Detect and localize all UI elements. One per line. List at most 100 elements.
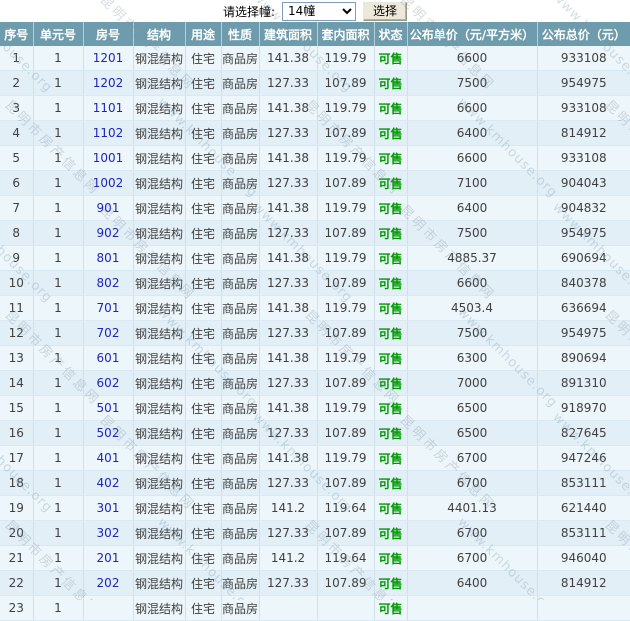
cell-nature: 商品房: [221, 395, 260, 421]
room-link[interactable]: 301: [97, 501, 120, 515]
cell-room-no: 802: [83, 270, 134, 296]
cell-unit-price: 4503.4: [407, 295, 538, 321]
room-link[interactable]: 201: [97, 551, 120, 565]
cell-nature: 商品房: [221, 95, 260, 121]
room-link[interactable]: 1002: [93, 176, 124, 190]
cell-status: 可售: [374, 320, 408, 346]
cell-structure: 钢混结构: [133, 445, 186, 471]
cell-seq: 22: [0, 570, 34, 596]
cell-total-price: 853111: [537, 470, 630, 496]
cell-floor-area: 127.33: [259, 170, 318, 196]
cell-usage: 住宅: [185, 295, 222, 321]
room-link[interactable]: 401: [97, 451, 120, 465]
cell-inner-area: 107.89: [317, 370, 375, 396]
cell-unit-no: 1: [33, 195, 84, 221]
cell-nature: 商品房: [221, 420, 260, 446]
cell-total-price: [537, 595, 630, 621]
room-link[interactable]: 902: [97, 226, 120, 240]
room-link[interactable]: 1202: [93, 76, 124, 90]
select-building-button[interactable]: 选择: [363, 1, 408, 21]
cell-total-price: 840378: [537, 270, 630, 296]
room-link[interactable]: 901: [97, 201, 120, 215]
cell-unit-price: [407, 595, 538, 621]
room-link[interactable]: 1001: [93, 151, 124, 165]
column-header-seq: 序号: [0, 22, 34, 46]
table-row: 20 1 302 钢混结构 住宅 商品房 127.33 107.89 可售 6700 853111: [0, 520, 630, 546]
cell-room-no: 1101: [83, 95, 134, 121]
cell-usage: 住宅: [185, 170, 222, 196]
cell-usage: 住宅: [185, 470, 222, 496]
cell-structure: 钢混结构: [133, 370, 186, 396]
room-link[interactable]: 601: [97, 351, 120, 365]
cell-unit-no: 1: [33, 170, 84, 196]
cell-floor-area: 127.33: [259, 70, 318, 96]
table-body: 1 1 1201 钢混结构 住宅 商品房 141.38 119.79 可售 6600 933108 2…: [0, 46, 630, 621]
cell-seq: 16: [0, 420, 34, 446]
cell-floor-area: 141.38: [259, 395, 318, 421]
cell-seq: 2: [0, 70, 34, 96]
table-row: 22 1 202 钢混结构 住宅 商品房 127.33 107.89 可售 6400 814912: [0, 570, 630, 596]
cell-room-no: 502: [83, 420, 134, 446]
room-link[interactable]: 602: [97, 376, 120, 390]
room-link[interactable]: 502: [97, 426, 120, 440]
room-link[interactable]: 501: [97, 401, 120, 415]
cell-nature: 商品房: [221, 570, 260, 596]
room-link[interactable]: 701: [97, 301, 120, 315]
cell-usage: 住宅: [185, 320, 222, 346]
cell-inner-area: 107.89: [317, 270, 375, 296]
table-row: 15 1 501 钢混结构 住宅 商品房 141.38 119.79 可售 6500 918970: [0, 395, 630, 421]
cell-unit-price: 6400: [407, 570, 538, 596]
cell-status: 可售: [374, 595, 408, 621]
column-header-inner-area: 套内面积: [317, 22, 375, 46]
cell-unit-price: 7500: [407, 70, 538, 96]
cell-total-price: 904043: [537, 170, 630, 196]
cell-unit-no: 1: [33, 570, 84, 596]
room-link[interactable]: 402: [97, 476, 120, 490]
cell-nature: 商品房: [221, 595, 260, 621]
column-header-total-price: 公布总价（元）: [537, 22, 630, 46]
room-link[interactable]: 802: [97, 276, 120, 290]
cell-unit-price: 6300: [407, 345, 538, 371]
room-link[interactable]: 801: [97, 251, 120, 265]
cell-structure: 钢混结构: [133, 345, 186, 371]
cell-usage: 住宅: [185, 395, 222, 421]
cell-inner-area: 119.64: [317, 545, 375, 571]
cell-usage: 住宅: [185, 445, 222, 471]
room-link[interactable]: 302: [97, 526, 120, 540]
room-link[interactable]: 1102: [93, 126, 124, 140]
cell-unit-no: 1: [33, 595, 84, 621]
room-link[interactable]: 202: [97, 576, 120, 590]
cell-floor-area: 141.38: [259, 445, 318, 471]
cell-nature: 商品房: [221, 195, 260, 221]
cell-seq: 12: [0, 320, 34, 346]
cell-unit-no: 1: [33, 245, 84, 271]
cell-unit-no: 1: [33, 120, 84, 146]
cell-structure: 钢混结构: [133, 470, 186, 496]
room-link[interactable]: 702: [97, 326, 120, 340]
cell-status: 可售: [374, 46, 408, 71]
cell-structure: 钢混结构: [133, 495, 186, 521]
cell-usage: 住宅: [185, 145, 222, 171]
building-select[interactable]: 14幢: [282, 1, 357, 21]
cell-room-no: 602: [83, 370, 134, 396]
cell-unit-no: 1: [33, 370, 84, 396]
cell-seq: 5: [0, 145, 34, 171]
column-header-floor-area: 建筑面积: [259, 22, 318, 46]
cell-floor-area: 141.2: [259, 545, 318, 571]
cell-total-price: 814912: [537, 570, 630, 596]
cell-structure: 钢混结构: [133, 195, 186, 221]
cell-inner-area: 107.89: [317, 120, 375, 146]
room-link[interactable]: 1201: [93, 51, 124, 65]
cell-unit-no: 1: [33, 445, 84, 471]
table-row: 13 1 601 钢混结构 住宅 商品房 141.38 119.79 可售 6300 890694: [0, 345, 630, 371]
cell-status: 可售: [374, 95, 408, 121]
table-row: 9 1 801 钢混结构 住宅 商品房 141.38 119.79 可售 4885.37 69069…: [0, 245, 630, 271]
cell-unit-price: 6700: [407, 520, 538, 546]
cell-inner-area: 119.79: [317, 95, 375, 121]
table-row: 8 1 902 钢混结构 住宅 商品房 127.33 107.89 可售 7500 954975: [0, 220, 630, 246]
cell-status: 可售: [374, 120, 408, 146]
cell-unit-no: 1: [33, 145, 84, 171]
cell-total-price: 904832: [537, 195, 630, 221]
cell-structure: 钢混结构: [133, 595, 186, 621]
room-link[interactable]: 1101: [93, 101, 124, 115]
